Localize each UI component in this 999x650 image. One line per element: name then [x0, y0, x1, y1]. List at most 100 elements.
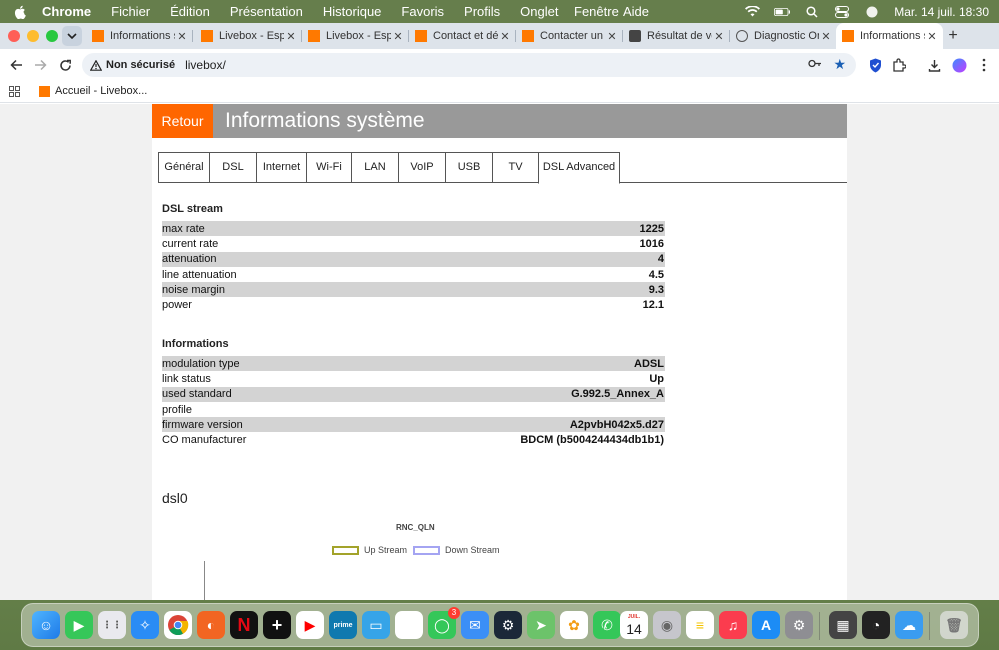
close-tab-icon[interactable]: ✕ — [284, 30, 298, 43]
warning-triangle-icon[interactable] — [90, 59, 102, 71]
close-tab-icon[interactable]: ✕ — [391, 30, 405, 43]
tab-dsl[interactable]: DSL — [209, 152, 256, 183]
forward-arrow-icon[interactable] — [30, 55, 50, 75]
menu-edit[interactable]: Édition — [170, 4, 210, 19]
browser-tab[interactable]: Contact et déma ✕ — [409, 23, 516, 49]
phone-icon[interactable]: ✆ — [593, 611, 621, 639]
menu-bookmarks[interactable]: Favoris — [401, 4, 444, 19]
maps-icon[interactable]: ➤ — [527, 611, 555, 639]
security-status[interactable]: Non sécurisé — [106, 59, 175, 71]
tab-internet[interactable]: Internet — [256, 152, 306, 183]
tab-tv[interactable]: TV — [492, 152, 538, 183]
wifi-icon[interactable] — [744, 6, 760, 18]
puzzle-extensions-icon[interactable] — [890, 56, 908, 74]
netflix-icon[interactable]: N — [230, 611, 258, 639]
steam-icon[interactable]: ⚙ — [494, 611, 522, 639]
activity-monitor-icon[interactable]: ◔ — [862, 611, 890, 639]
minimize-window-button[interactable] — [27, 30, 39, 42]
legend-swatch-down[interactable] — [413, 545, 441, 555]
row-label: profile — [162, 403, 192, 416]
apple-tv-plus-icon[interactable]: + — [263, 611, 291, 639]
blank-app-icon[interactable] — [395, 611, 423, 639]
menu-profiles[interactable]: Profils — [464, 4, 500, 19]
tab-voip[interactable]: VoIP — [398, 152, 445, 183]
tab-wifi[interactable]: Wi-Fi — [306, 152, 351, 183]
finder-icon[interactable]: ☺ — [32, 611, 60, 639]
browser-tab-label: Diagnostic Ora — [754, 30, 819, 42]
browser-tab[interactable]: Contacter un co ✕ — [516, 23, 623, 49]
close-tab-icon[interactable]: ✕ — [605, 30, 619, 43]
calendar-icon[interactable]: JUIL. 14 — [620, 611, 648, 639]
back-arrow-icon[interactable] — [6, 55, 26, 75]
menu-clock[interactable]: Mar. 14 juil. 18:30 — [894, 5, 989, 19]
app-store-icon[interactable]: A — [752, 611, 780, 639]
close-tab-icon[interactable]: ✕ — [925, 30, 939, 43]
menu-file[interactable]: Fichier — [111, 4, 150, 19]
close-tab-icon[interactable]: ✕ — [819, 30, 833, 43]
url-text[interactable]: livebox/ — [185, 58, 226, 72]
photos-icon[interactable]: ✿ — [560, 611, 588, 639]
facetime-icon[interactable]: ▶ — [65, 611, 93, 639]
screen-sharing-icon[interactable]: ▭ — [362, 611, 390, 639]
mail-icon[interactable]: ✉ — [461, 611, 489, 639]
contacts-icon[interactable]: ◉ — [653, 611, 681, 639]
tab-general[interactable]: Général — [158, 152, 209, 183]
back-button[interactable]: Retour — [152, 104, 213, 138]
apps-grid-icon[interactable] — [9, 86, 20, 97]
browser-tab[interactable]: Livebox - Espace ✕ — [195, 23, 302, 49]
music-icon[interactable]: ♫ — [719, 611, 747, 639]
battery-icon[interactable] — [774, 6, 791, 18]
launchpad-icon[interactable]: ⋮⋮ — [98, 611, 126, 639]
download-icon[interactable] — [925, 56, 943, 74]
notes-icon[interactable]: ≡ — [686, 611, 714, 639]
tab-search-button[interactable] — [62, 26, 82, 46]
tab-lan[interactable]: LAN — [351, 152, 398, 183]
safari-icon[interactable]: ✧ — [131, 611, 159, 639]
browser-tab-active[interactable]: Informations sys ✕ — [836, 23, 943, 49]
system-settings-icon[interactable]: ⚙ — [785, 611, 813, 639]
reload-icon[interactable] — [55, 55, 75, 75]
more-menu-icon[interactable] — [975, 56, 993, 74]
menu-history[interactable]: Historique — [323, 4, 382, 19]
menu-tab[interactable]: Onglet — [520, 4, 558, 19]
menu-window[interactable]: Fenêtre — [574, 4, 619, 19]
browser-tab[interactable]: Informations sys ✕ — [86, 23, 193, 49]
browser-tab[interactable]: Livebox - Espace ✕ — [302, 23, 409, 49]
tab-dsl-advanced[interactable]: DSL Advanced — [538, 152, 620, 184]
spotlight-search-icon[interactable] — [804, 5, 820, 18]
siri-icon[interactable] — [864, 6, 880, 18]
address-bar[interactable]: Non sécurisé livebox/ ★ — [82, 53, 856, 77]
zoom-window-button[interactable] — [46, 30, 58, 42]
tab-usb[interactable]: USB — [445, 152, 492, 183]
trash-icon[interactable]: 🗑 — [940, 611, 968, 639]
menu-help[interactable]: Aide — [623, 4, 649, 19]
close-tab-icon[interactable]: ✕ — [712, 30, 726, 43]
chrome-icon[interactable] — [164, 611, 192, 639]
bookmark-star-icon[interactable]: ★ — [833, 56, 846, 73]
bookmark-item[interactable]: Accueil - Livebox... — [39, 85, 147, 97]
shield-extension-icon[interactable] — [866, 56, 884, 74]
close-tab-icon[interactable]: ✕ — [175, 30, 189, 43]
close-window-button[interactable] — [8, 30, 20, 42]
weather-icon[interactable]: ☁ — [895, 611, 923, 639]
apple-icon[interactable] — [14, 5, 28, 19]
password-key-icon[interactable] — [808, 59, 822, 71]
calculator-icon[interactable]: ▦ — [829, 611, 857, 639]
control-center-icon[interactable] — [834, 5, 850, 18]
menu-app-name[interactable]: Chrome — [42, 4, 91, 19]
messages-icon[interactable]: ◯ 3 — [428, 607, 460, 639]
legend-swatch-up[interactable] — [332, 545, 359, 555]
table-row: modulation type ADSL — [162, 356, 665, 372]
crunchyroll-icon[interactable]: ◐ — [197, 611, 225, 639]
browser-tab[interactable]: Diagnostic Ora ✕ — [730, 23, 837, 49]
table-row: power 12.1 — [162, 297, 665, 312]
browser-tab-label: Livebox - Espace — [326, 30, 391, 42]
close-tab-icon[interactable]: ✕ — [498, 30, 512, 43]
profile-avatar-icon[interactable] — [950, 56, 968, 74]
row-label: max rate — [162, 222, 205, 235]
browser-tab[interactable]: Résultat de vot ✕ — [623, 23, 730, 49]
prime-video-icon[interactable]: prime — [329, 611, 357, 639]
menu-view[interactable]: Présentation — [230, 4, 303, 19]
new-tab-button[interactable]: + — [944, 26, 962, 46]
youtube-icon[interactable]: ▶ — [296, 611, 324, 639]
